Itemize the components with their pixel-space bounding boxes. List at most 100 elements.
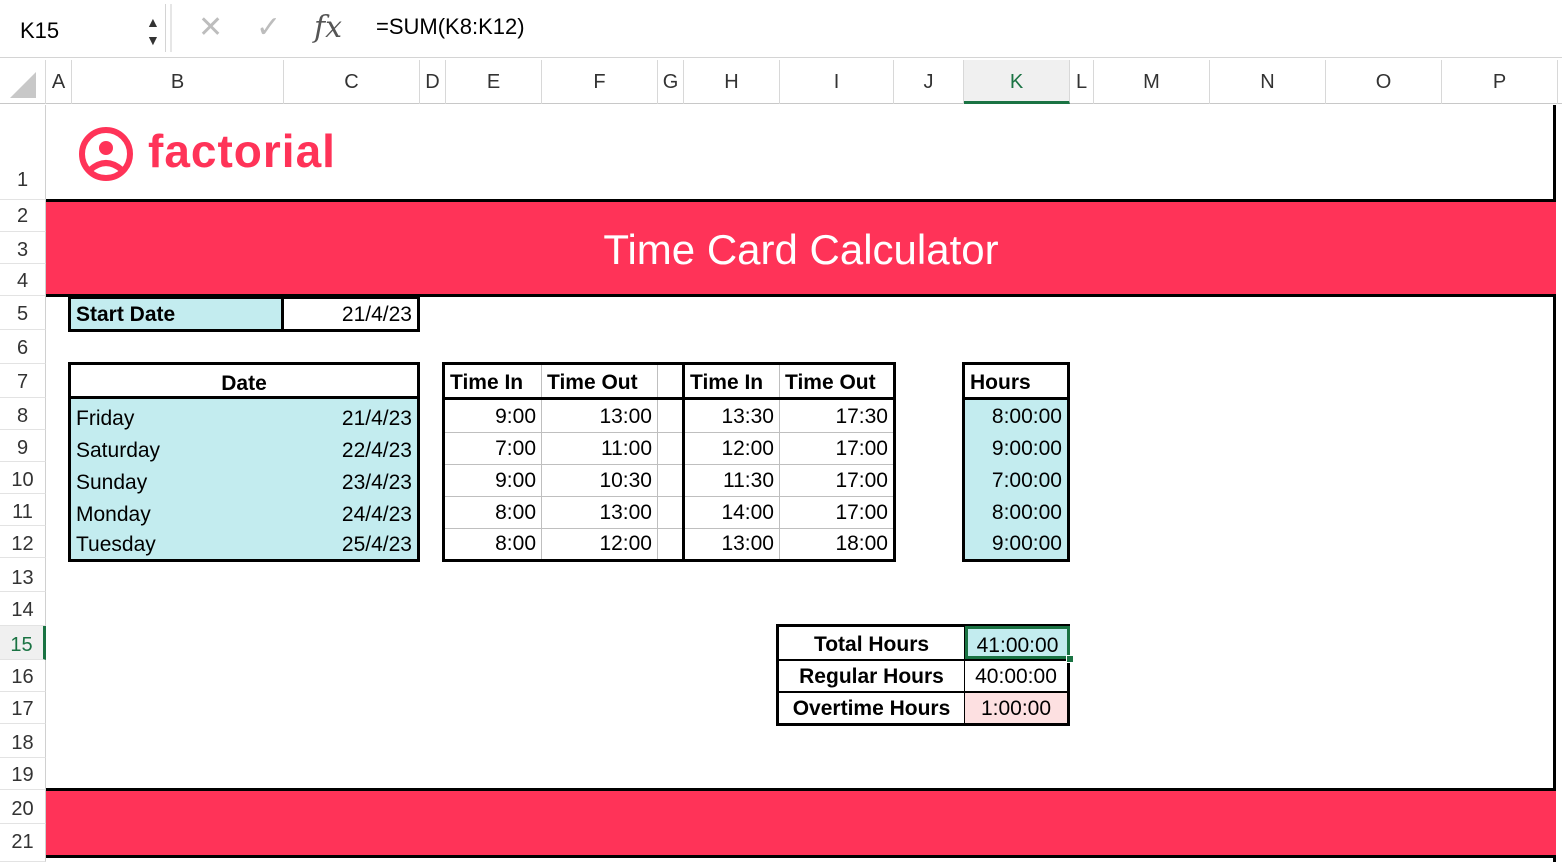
column-header-o[interactable]: O	[1326, 60, 1442, 104]
time-cell[interactable]: 10:30	[542, 465, 657, 497]
date-table-day: Tuesday	[76, 533, 156, 556]
regular-hours-value[interactable]: 40:00:00	[965, 661, 1067, 691]
date-table-day: Friday	[76, 407, 135, 430]
date-table-date[interactable]: 25/4/23	[271, 531, 417, 559]
hours-cell[interactable]: 9:00:00	[965, 529, 1067, 559]
hours-cell[interactable]: 7:00:00	[965, 465, 1067, 497]
column-header-i[interactable]: I	[780, 60, 894, 104]
row-header-6[interactable]: 6	[0, 330, 46, 364]
row-header-11[interactable]: 11	[0, 494, 46, 526]
start-date-label: Start Date	[71, 299, 284, 329]
time-cell[interactable]: 13:30	[685, 401, 779, 433]
regular-hours-label: Regular Hours	[799, 665, 944, 688]
row-header-17[interactable]: 17	[0, 692, 46, 724]
row-header-1[interactable]: 1	[0, 105, 46, 200]
row-header-18[interactable]: 18	[0, 724, 46, 758]
date-table-day: Saturday	[76, 439, 161, 462]
overtime-hours-value[interactable]: 1:00:00	[965, 693, 1067, 723]
row-header-7[interactable]: 7	[0, 364, 46, 398]
column-header-bar: A B C D E F G H I J K L M N O P	[0, 60, 1562, 104]
start-date-value[interactable]: 21/4/23	[285, 299, 417, 329]
time-cell[interactable]: 17:00	[780, 497, 893, 529]
time-in-header: Time In	[690, 371, 764, 394]
column-header-c[interactable]: C	[284, 60, 420, 104]
date-table-date[interactable]: 23/4/23	[271, 467, 417, 499]
time-cell[interactable]: 11:00	[542, 433, 657, 465]
row-header-9[interactable]: 9	[0, 430, 46, 462]
time-cell[interactable]: 9:00	[445, 465, 541, 497]
column-header-g[interactable]: G	[658, 60, 684, 104]
select-all-corner[interactable]	[0, 60, 46, 104]
row-header-21[interactable]: 21	[0, 824, 46, 862]
time-cell[interactable]: 12:00	[685, 433, 779, 465]
fill-handle[interactable]	[1066, 655, 1074, 663]
row-header-4[interactable]: 4	[0, 264, 46, 296]
hours-cell[interactable]: 9:00:00	[965, 433, 1067, 465]
time-cell[interactable]: 11:30	[685, 465, 779, 497]
row-header-10[interactable]: 10	[0, 462, 46, 494]
date-table-date[interactable]: 21/4/23	[271, 403, 417, 435]
row-header-14[interactable]: 14	[0, 592, 46, 626]
name-box-up-arrow-icon[interactable]: ▲	[146, 14, 160, 30]
summary-table: Total Hours Regular Hours Overtime Hours…	[776, 624, 1074, 726]
date-table-date[interactable]: 22/4/23	[271, 435, 417, 467]
column-header-j[interactable]: J	[894, 60, 964, 104]
enter-check-icon[interactable]: ✓	[256, 10, 281, 45]
row-header-20[interactable]: 20	[0, 790, 46, 824]
column-header-k[interactable]: K	[964, 60, 1070, 104]
formula-bar: K15 ▲ ▼ ✕ ✓ fx =SUM(K8:K12)	[0, 0, 1562, 58]
time-cell[interactable]: 13:00	[542, 497, 657, 529]
time-cell[interactable]: 17:30	[780, 401, 893, 433]
column-header-h[interactable]: H	[684, 60, 780, 104]
date-table-date[interactable]: 24/4/23	[271, 499, 417, 531]
row-header-8[interactable]: 8	[0, 398, 46, 430]
time-cell[interactable]: 8:00	[445, 529, 541, 559]
name-box-down-arrow-icon[interactable]: ▼	[146, 32, 160, 48]
time-cell[interactable]: 7:00	[445, 433, 541, 465]
time-cell[interactable]: 9:00	[445, 401, 541, 433]
times-table-header-line	[445, 397, 893, 400]
time-cell[interactable]: 13:00	[542, 401, 657, 433]
column-header-f[interactable]: F	[542, 60, 658, 104]
time-cell[interactable]: 8:00	[445, 497, 541, 529]
column-header-a[interactable]: A	[46, 60, 72, 104]
total-hours-value[interactable]: 41:00:00	[965, 626, 1070, 659]
time-cell[interactable]: 17:00	[780, 465, 893, 497]
time-cell[interactable]: 18:00	[780, 529, 893, 559]
cancel-icon[interactable]: ✕	[198, 10, 223, 45]
total-hours-label: Total Hours	[813, 633, 930, 656]
row-header-19[interactable]: 19	[0, 758, 46, 790]
factorial-logo-icon	[76, 124, 136, 184]
formula-input[interactable]: =SUM(K8:K12)	[376, 14, 525, 40]
time-cell[interactable]: 14:00	[685, 497, 779, 529]
time-cell[interactable]: 12:00	[542, 529, 657, 559]
row-header-5[interactable]: 5	[0, 296, 46, 330]
row-header-15[interactable]: 15	[0, 626, 46, 660]
row-header-3[interactable]: 3	[0, 232, 46, 264]
column-header-d[interactable]: D	[420, 60, 446, 104]
hours-cell[interactable]: 8:00:00	[965, 401, 1067, 433]
time-cell[interactable]: 13:00	[685, 529, 779, 559]
row-header-2[interactable]: 2	[0, 200, 46, 232]
select-all-triangle-icon[interactable]	[10, 72, 36, 98]
row-header-13[interactable]: 13	[0, 558, 46, 592]
row-header-16[interactable]: 16	[0, 660, 46, 692]
footer-band	[46, 788, 1556, 858]
insert-function-icon[interactable]: fx	[314, 10, 342, 45]
hours-cell[interactable]: 8:00:00	[965, 497, 1067, 529]
date-table: Date Friday 21/4/23 Saturday 22/4/23 Sun…	[68, 362, 420, 562]
times-table: Time In Time Out Time In Time Out 9:00 1…	[442, 362, 896, 562]
column-header-p[interactable]: P	[1442, 60, 1558, 104]
column-header-n[interactable]: N	[1210, 60, 1326, 104]
name-box[interactable]: K15 ▲ ▼	[0, 4, 166, 52]
column-header-m[interactable]: M	[1094, 60, 1210, 104]
hours-table: Hours 8:00:00 9:00:00 7:00:00 8:00:00 9:…	[962, 362, 1070, 562]
start-date-box: Start Date 21/4/23	[68, 296, 420, 332]
time-cell[interactable]: 17:00	[780, 433, 893, 465]
name-box-value[interactable]: K15	[20, 18, 59, 44]
column-header-b[interactable]: B	[72, 60, 284, 104]
factorial-logo-text: factorial	[148, 125, 336, 177]
column-header-l[interactable]: L	[1070, 60, 1094, 104]
row-header-12[interactable]: 12	[0, 526, 46, 558]
column-header-e[interactable]: E	[446, 60, 542, 104]
